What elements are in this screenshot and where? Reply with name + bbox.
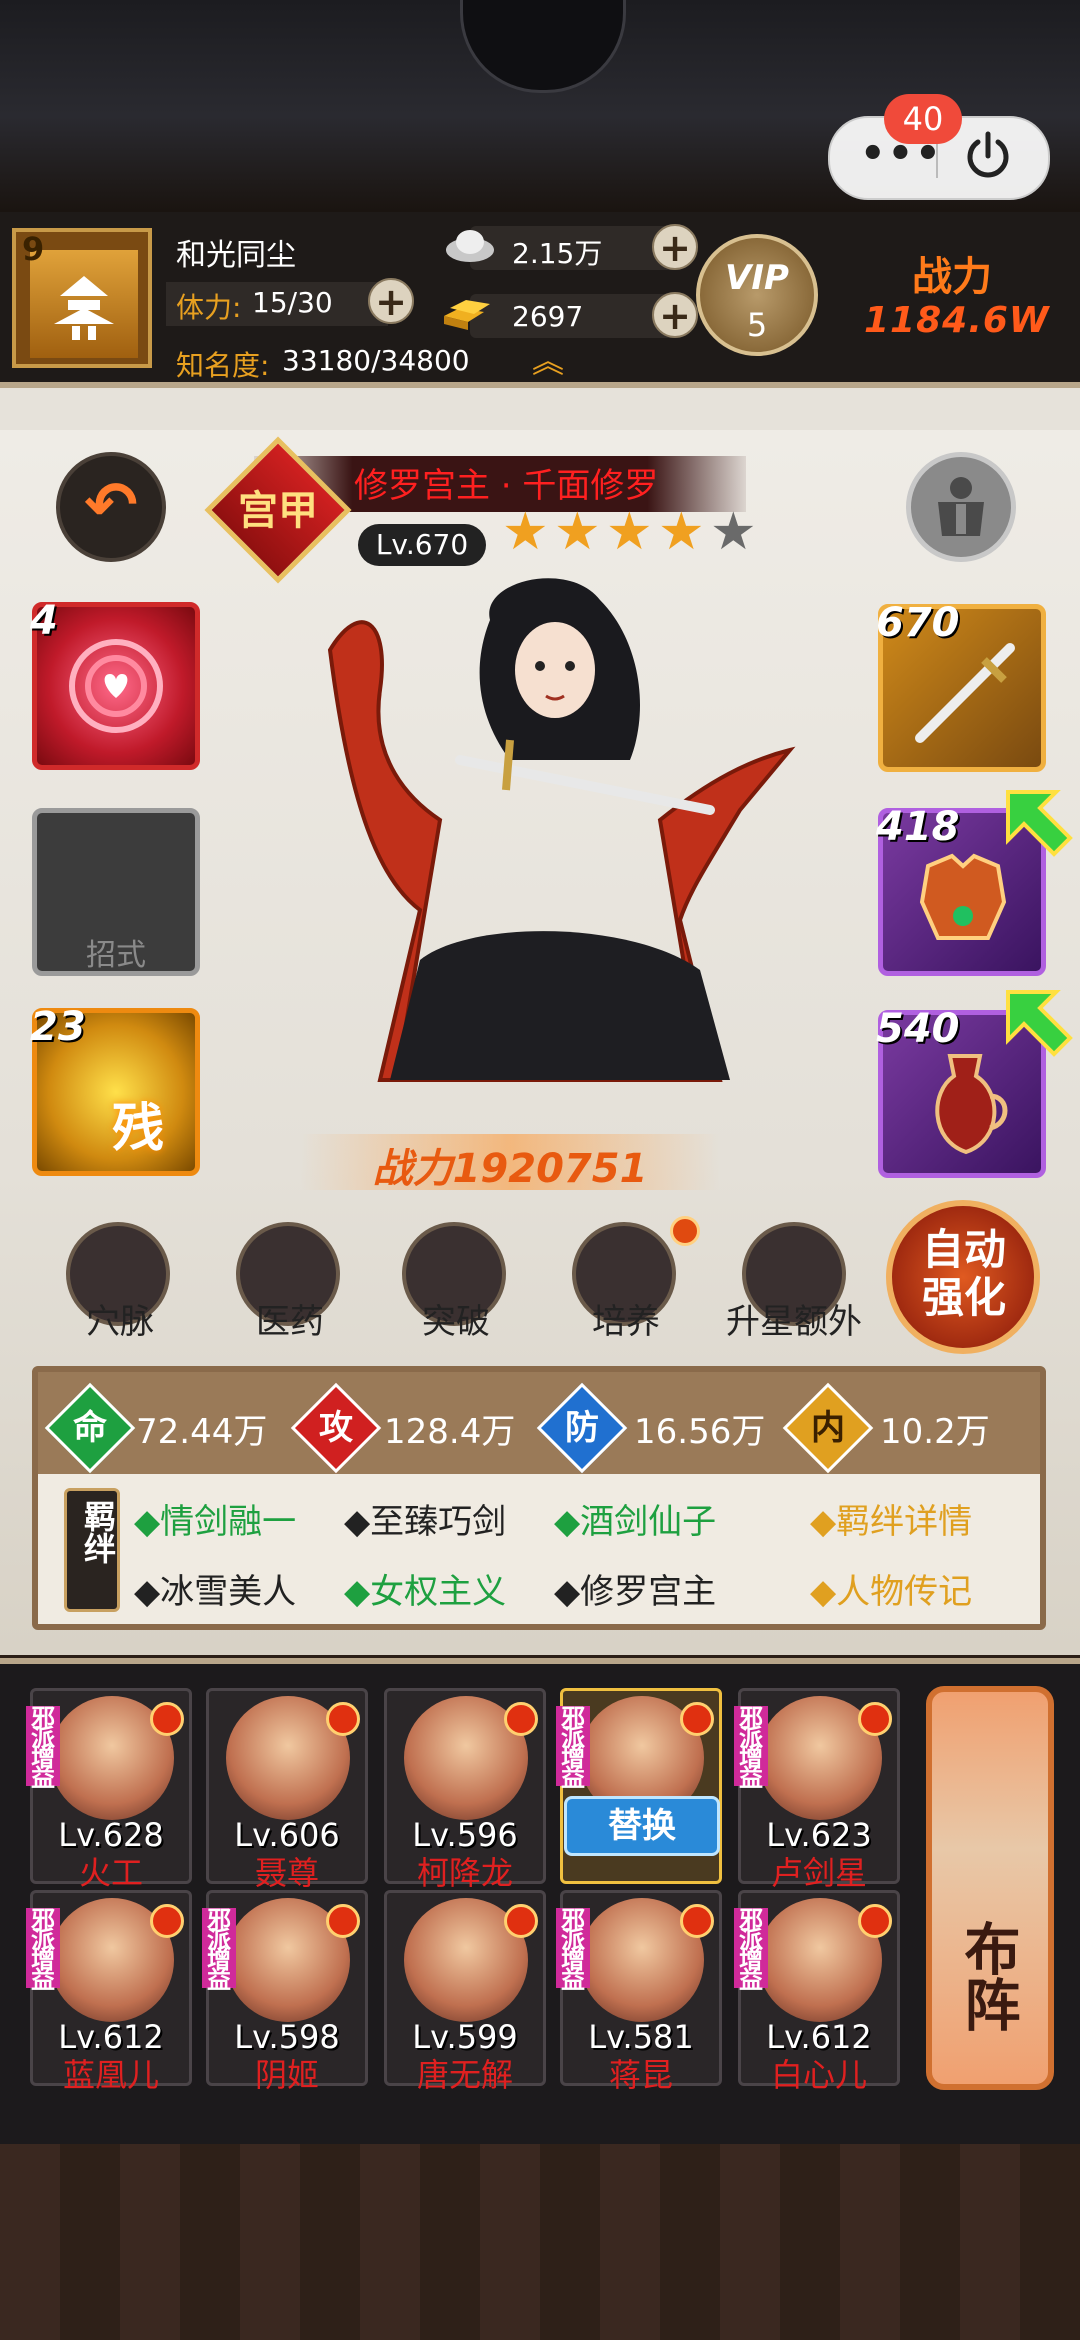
chevron-up-icon[interactable]: ︽	[524, 345, 572, 377]
upgrade-arrow-icon[interactable]	[1000, 984, 1076, 1060]
bond-item[interactable]: ◆修罗宫主	[554, 1564, 716, 1613]
hero-card-name: 柯降龙	[416, 1854, 513, 1892]
sword-icon	[915, 643, 1015, 743]
faction-buff-tag: 邪派增益	[734, 1706, 768, 1790]
breakthrough-label: 突破	[422, 1302, 490, 1342]
player-name: 和光同尘	[176, 238, 296, 273]
defense-label: 防	[565, 1408, 599, 1448]
stamina-label: 体力:	[176, 291, 242, 324]
skill-1-level: 4	[30, 598, 58, 644]
red-dot-badge	[858, 1904, 892, 1938]
pagoda-icon	[54, 276, 114, 340]
bond-item[interactable]: ◆冰雪美人	[134, 1564, 296, 1613]
hero-card-name: 白心儿	[770, 2056, 867, 2094]
hero-card-name: 火工	[78, 1854, 143, 1892]
power-value: 1184.6W	[864, 300, 1050, 341]
bond-item[interactable]: ◆女权主义	[344, 1564, 506, 1613]
star-icon: ★	[606, 502, 653, 562]
divider-band	[0, 388, 1080, 430]
hero-card-name: 蒋昆	[608, 2056, 673, 2094]
add-gold-button[interactable]: +	[652, 292, 698, 338]
faction-buff-tag: 邪派增益	[734, 1908, 768, 1992]
fame-value: 33180/34800	[282, 344, 470, 377]
skill-3-level: 23	[30, 1004, 86, 1050]
bond-tag-label: 羁绊	[79, 1500, 117, 1564]
skill-slot-label: 招式	[86, 938, 146, 973]
star-icon: ★	[710, 502, 757, 562]
attack-label: 攻	[319, 1408, 353, 1448]
red-dot-badge	[680, 1904, 714, 1938]
hp-label: 命	[73, 1408, 107, 1448]
hero-card-name: 阴姬	[254, 2056, 319, 2094]
hero-card-name: 聂尊	[254, 1854, 319, 1892]
biography-link[interactable]: ◆人物传记	[810, 1564, 972, 1613]
meridian-label: 穴脉	[86, 1302, 154, 1342]
armor-icon	[938, 477, 984, 536]
swap-button[interactable]: 替换	[564, 1796, 720, 1856]
formation-label: 布阵	[955, 1920, 1020, 2032]
vip-label: VIP	[725, 258, 789, 298]
hero-card-name: 唐无解	[416, 2056, 513, 2094]
rank-text: 宫甲	[238, 488, 318, 534]
star-icon: ★	[502, 502, 549, 562]
armor-level: 418	[876, 804, 960, 850]
player-level: 9	[22, 230, 45, 268]
red-dot-badge	[326, 1904, 360, 1938]
red-dot-badge	[680, 1702, 714, 1736]
hero-card-name: 蓝凰儿	[62, 2056, 159, 2094]
silver-value: 2.15万	[512, 237, 603, 270]
faction-buff-tag: 邪派增益	[556, 1706, 590, 1790]
accessory-level: 540	[876, 1006, 960, 1052]
power-label: 战力	[912, 254, 992, 300]
attack-value: 128.4万	[384, 1412, 516, 1452]
upgrade-arrow-icon[interactable]	[1000, 784, 1076, 860]
hero-card-name: 卢剑星	[770, 1854, 867, 1892]
hero-level: Lv.670	[375, 528, 469, 561]
back-button[interactable]: ↶	[56, 452, 166, 562]
skill-3-glyph: 残	[112, 1099, 165, 1159]
star-icon: ★	[658, 502, 705, 562]
bond-details-link[interactable]: ◆羁绊详情	[810, 1494, 972, 1543]
star-rating: ★ ★ ★ ★ ★	[502, 502, 758, 566]
red-dot-badge	[150, 1904, 184, 1938]
faction-buff-tag: 邪派增益	[202, 1908, 236, 1992]
red-dot-badge	[150, 1702, 184, 1736]
add-silver-button[interactable]: +	[652, 224, 698, 270]
gold-bars-icon	[444, 300, 490, 330]
hp-value: 72.44万	[136, 1412, 268, 1452]
stamina-value: 15/30	[252, 286, 333, 319]
gold-value: 2697	[512, 300, 584, 333]
defense-value: 16.56万	[634, 1412, 766, 1452]
star-up-extra-label: 升星额外	[726, 1302, 862, 1342]
star-icon: ★	[554, 502, 601, 562]
fame-label: 知名度:	[176, 349, 270, 382]
auto-enhance-label: 自动强化	[921, 1225, 1006, 1322]
red-dot-badge	[326, 1702, 360, 1736]
bond-item[interactable]: ◆至臻巧剑	[344, 1494, 506, 1543]
cultivate-red-dot	[670, 1216, 700, 1246]
heart-rose-icon	[69, 639, 163, 733]
add-stamina-button[interactable]: +	[368, 278, 414, 324]
cultivate-label: 培养	[592, 1302, 660, 1342]
notification-badge: 40	[884, 94, 962, 144]
hero-name: 修罗宫主 · 千面修罗	[354, 466, 659, 506]
inner-value: 10.2万	[880, 1412, 990, 1452]
faction-buff-tag: 邪派增益	[26, 1908, 60, 1992]
bond-item[interactable]: ◆情剑融一	[134, 1494, 296, 1543]
weapon-level: 670	[876, 600, 960, 646]
faction-buff-tag: 邪派增益	[26, 1706, 60, 1790]
red-dot-badge	[504, 1904, 538, 1938]
power-icon[interactable]	[960, 128, 1016, 184]
red-dot-badge	[504, 1702, 538, 1736]
hero-portrait	[327, 578, 796, 1082]
silver-ingot-icon	[446, 230, 494, 262]
hero-power: 战力1920751	[372, 1146, 648, 1192]
medicine-label: 医药	[256, 1302, 324, 1342]
inner-label: 内	[811, 1408, 845, 1448]
vip-level: 5	[746, 306, 768, 344]
faction-buff-tag: 邪派增益	[556, 1908, 590, 1992]
bottom-floor	[0, 2144, 1080, 2340]
red-dot-badge	[858, 1702, 892, 1736]
bond-item[interactable]: ◆酒剑仙子	[554, 1494, 716, 1543]
